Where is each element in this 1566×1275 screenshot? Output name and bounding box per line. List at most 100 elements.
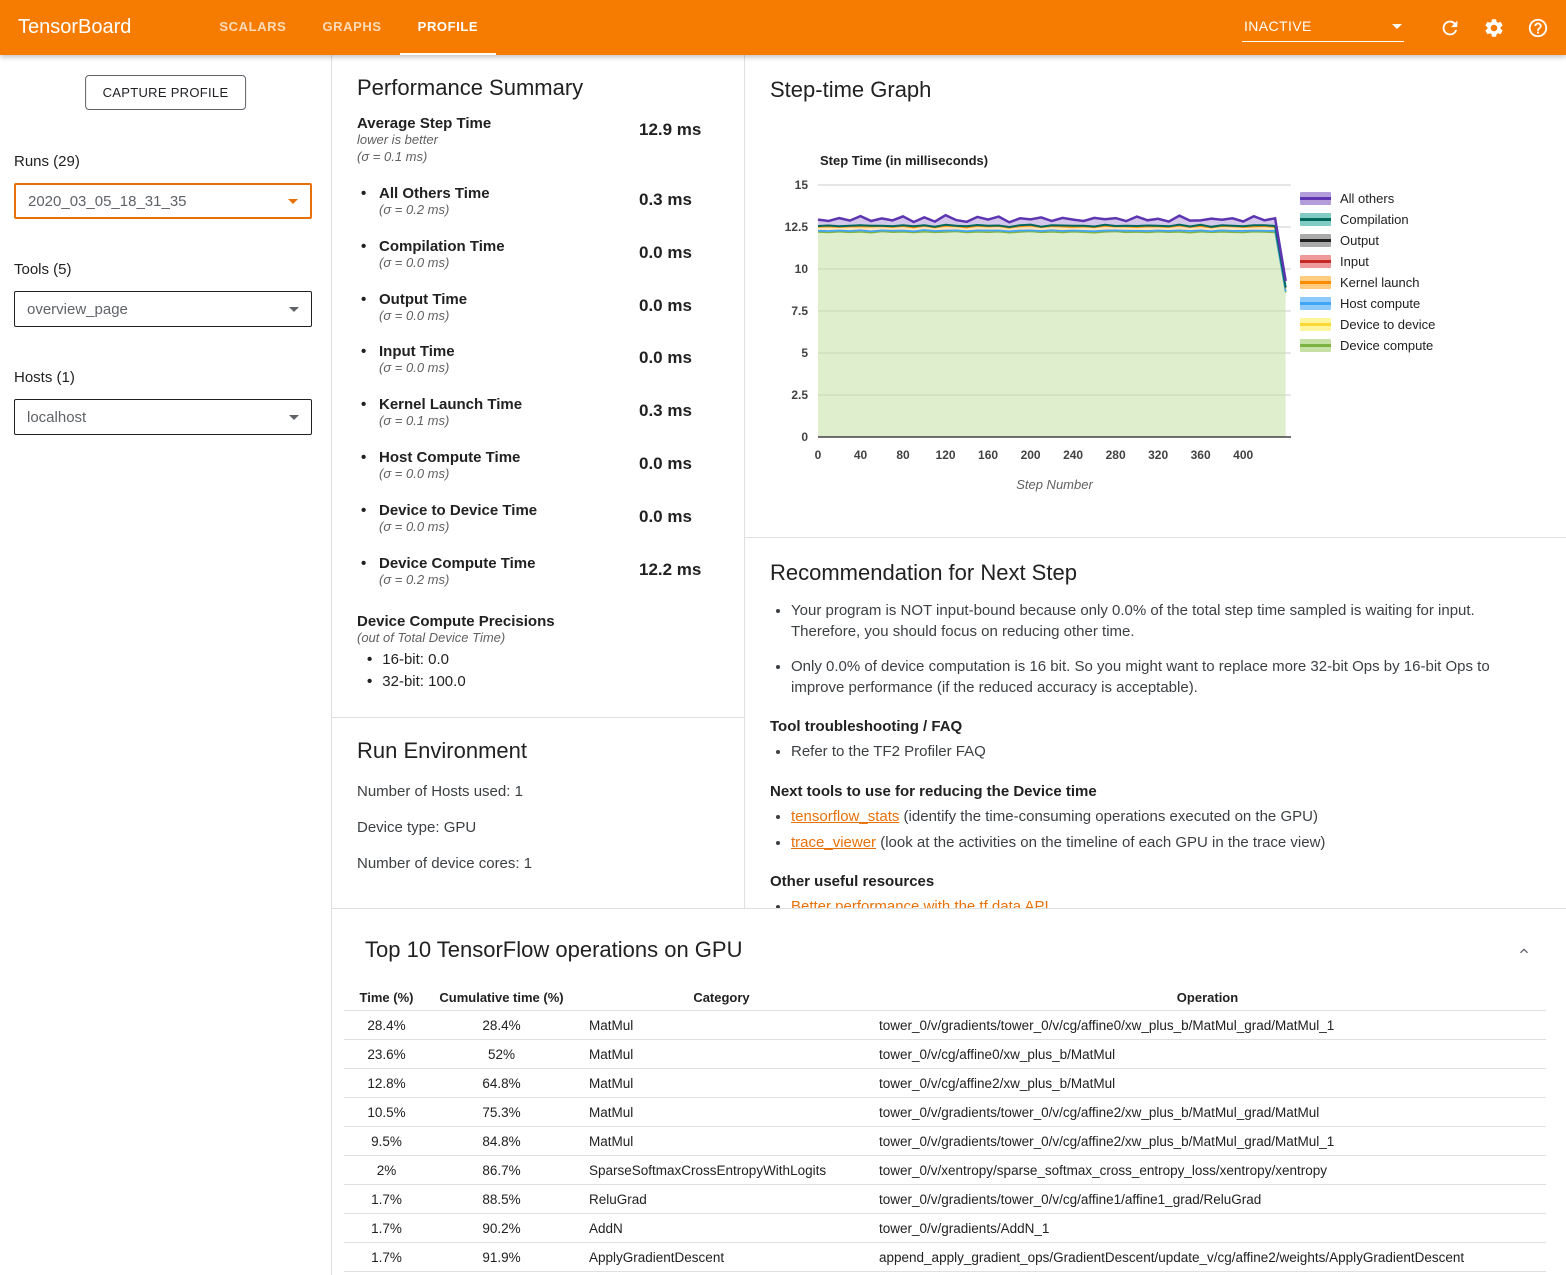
- run-environment-title: Run Environment: [357, 738, 719, 764]
- legend-label: Kernel launch: [1340, 275, 1420, 290]
- tool-link[interactable]: trace_viewer: [791, 834, 876, 851]
- faq-item: Refer to the TF2 Profiler FAQ: [791, 741, 1541, 763]
- operation-cell: tower_0/v/gradients/AddN_1: [869, 1221, 1546, 1236]
- metric-row: • Device to Device Time (σ = 0.0 ms) 0.0…: [357, 502, 719, 536]
- metric-note: lower is better: [357, 132, 639, 149]
- active-runs-select[interactable]: INACTIVE: [1242, 13, 1404, 42]
- step-time-graph-card: Step-time Graph Step Time (in millisecon…: [745, 55, 1566, 538]
- svg-text:200: 200: [1021, 448, 1041, 462]
- category-cell: SparseSoftmaxCrossEntropyWithLogits: [574, 1163, 869, 1178]
- legend-label: Compilation: [1340, 212, 1409, 227]
- top-ops-title: Top 10 TensorFlow operations on GPU: [365, 937, 742, 963]
- collapse-section-button[interactable]: [1516, 943, 1536, 963]
- performance-summary-title: Performance Summary: [357, 75, 719, 101]
- svg-text:120: 120: [936, 448, 956, 462]
- legend-label: Input: [1340, 254, 1369, 269]
- metric-value: 0.0 ms: [639, 449, 719, 483]
- time-cell: 28.4%: [344, 1018, 429, 1033]
- metric-sigma: (σ = 0.1 ms): [357, 149, 639, 166]
- metric-label: Output Time: [357, 291, 639, 308]
- hosts-label: Hosts (1): [14, 369, 75, 386]
- help-button[interactable]: [1526, 16, 1550, 40]
- tools-select[interactable]: overview_page: [14, 291, 312, 327]
- hosts-select[interactable]: localhost: [14, 399, 312, 435]
- svg-text:360: 360: [1191, 448, 1211, 462]
- refresh-button[interactable]: [1438, 16, 1462, 40]
- svg-text:400: 400: [1233, 448, 1253, 462]
- operation-cell: tower_0/v/xentropy/sparse_softmax_cross_…: [869, 1163, 1546, 1178]
- device-compute-precisions: Device Compute Precisions (out of Total …: [357, 613, 719, 692]
- legend-item: Device compute: [1300, 335, 1435, 356]
- bullet-icon: •: [361, 291, 366, 308]
- time-cell: 12.8%: [344, 1076, 429, 1091]
- svg-text:7.5: 7.5: [791, 304, 808, 318]
- runs-select-value: 2020_03_05_18_31_35: [28, 193, 187, 210]
- legend-swatch: [1300, 318, 1331, 331]
- next-tools-heading: Next tools to use for reducing the Devic…: [770, 783, 1541, 800]
- precisions-note: (out of Total Device Time): [357, 630, 719, 647]
- tensorboard-profile-page: TensorBoard SCALARSGRAPHSPROFILE INACTIV…: [0, 0, 1566, 1275]
- environment-line: Device type: GPU: [357, 819, 719, 836]
- cumulative-time-cell: 90.2%: [429, 1221, 574, 1236]
- legend-item: Host compute: [1300, 293, 1435, 314]
- svg-text:12.5: 12.5: [785, 220, 809, 234]
- metric-value: 0.0 ms: [639, 502, 719, 536]
- legend-swatch: [1300, 297, 1331, 310]
- bullet-icon: •: [361, 238, 366, 255]
- cumulative-time-cell: 28.4%: [429, 1018, 574, 1033]
- settings-button[interactable]: [1482, 16, 1506, 40]
- legend-swatch: [1300, 255, 1331, 268]
- tool-link[interactable]: tensorflow_stats: [791, 808, 899, 825]
- operation-cell: tower_0/v/gradients/tower_0/v/cg/affine0…: [869, 1018, 1546, 1033]
- tool-link-description: (look at the activities on the timeline …: [876, 834, 1325, 851]
- chevron-down-icon: [289, 307, 299, 312]
- nav-tab[interactable]: SCALARS: [201, 0, 304, 55]
- metric-sigma: (σ = 0.0 ms): [357, 360, 639, 377]
- time-cell: 2%: [344, 1163, 429, 1178]
- precisions-list: 16-bit: 0.032-bit: 100.0: [357, 649, 719, 693]
- table-row: 1.7% 91.9% ApplyGradientDescent append_a…: [344, 1243, 1546, 1272]
- metric-value: 0.0 ms: [639, 291, 719, 325]
- time-cell: 10.5%: [344, 1105, 429, 1120]
- operation-cell: tower_0/v/gradients/tower_0/v/cg/affine2…: [869, 1105, 1546, 1120]
- category-cell: MatMul: [574, 1018, 869, 1033]
- metric-label: Kernel Launch Time: [357, 396, 639, 413]
- run-environment-card: Run Environment Number of Hosts used: 1D…: [332, 718, 745, 908]
- legend-swatch: [1300, 234, 1331, 247]
- metric-label: Compilation Time: [357, 238, 639, 255]
- recommendation-bullet: Your program is NOT input-bound because …: [791, 600, 1541, 642]
- runs-select[interactable]: 2020_03_05_18_31_35: [14, 183, 312, 219]
- metric-sigma: (σ = 0.0 ms): [357, 466, 639, 483]
- legend-item: Device to device: [1300, 314, 1435, 335]
- cumulative-time-cell: 86.7%: [429, 1163, 574, 1178]
- toolbar-right: INACTIVE: [1242, 13, 1550, 42]
- metric-label: All Others Time: [357, 185, 639, 202]
- faq-heading: Tool troubleshooting / FAQ: [770, 718, 1541, 735]
- chevron-down-icon: [1392, 24, 1402, 29]
- bullet-icon: •: [361, 396, 366, 413]
- table-row: 9.5% 84.8% MatMul tower_0/v/gradients/to…: [344, 1127, 1546, 1156]
- average-step-time-row: Average Step Time lower is better (σ = 0…: [357, 115, 719, 166]
- time-cell: 23.6%: [344, 1047, 429, 1062]
- column-header: Cumulative time (%): [429, 990, 574, 1005]
- svg-text:240: 240: [1063, 448, 1083, 462]
- tool-links-list: tensorflow_stats (identify the time-cons…: [770, 806, 1541, 854]
- recommendation-card: Recommendation for Next Step Your progra…: [745, 538, 1566, 908]
- legend-item: Input: [1300, 251, 1435, 272]
- svg-text:Step Number: Step Number: [1016, 477, 1093, 492]
- capture-profile-button[interactable]: CAPTURE PROFILE: [85, 75, 247, 110]
- environment-line: Number of device cores: 1: [357, 855, 719, 872]
- metric-label: Host Compute Time: [357, 449, 639, 466]
- step-time-chart[interactable]: 02.557.51012.515040801201602002402803203…: [745, 175, 1305, 505]
- nav-tab[interactable]: GRAPHS: [304, 0, 399, 55]
- refresh-icon: [1439, 17, 1461, 39]
- tool-link-item: tensorflow_stats (identify the time-cons…: [791, 806, 1541, 828]
- table-row: 2% 86.7% SparseSoftmaxCrossEntropyWithLo…: [344, 1156, 1546, 1185]
- legend-item: Kernel launch: [1300, 272, 1435, 293]
- metric-sigma: (σ = 0.0 ms): [357, 308, 639, 325]
- cumulative-time-cell: 84.8%: [429, 1134, 574, 1149]
- legend-item: All others: [1300, 188, 1435, 209]
- precisions-label: Device Compute Precisions: [357, 613, 719, 630]
- nav-tab[interactable]: PROFILE: [400, 0, 497, 55]
- category-cell: ApplyGradientDescent: [574, 1250, 869, 1265]
